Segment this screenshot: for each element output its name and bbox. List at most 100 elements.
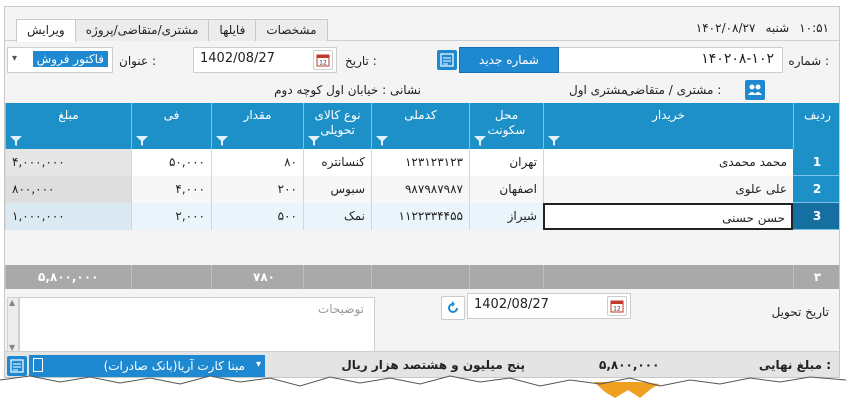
title-select[interactable]: فاکتور فروش ▾ — [7, 47, 113, 73]
column-goods-type[interactable]: نوع کالای تحویلی — [303, 103, 371, 149]
tab-customer-project[interactable]: مشتری/متقاضی/پروژه — [74, 19, 210, 41]
cell-national-id[interactable]: ۹۸۷۹۸۷۹۸۷ — [371, 176, 469, 203]
number-label: شماره : — [788, 54, 829, 68]
users-icon[interactable] — [745, 80, 765, 100]
column-unit-price[interactable]: فی — [131, 103, 211, 149]
clock-time: ۱۰:۵۱ — [799, 21, 829, 35]
cell-quantity[interactable]: ۸۰ — [211, 149, 303, 176]
table-row[interactable]: حسن حسنی شیراز ۱۱۲۲۳۳۴۴۵۵ نمک ۵۰۰ ۲,۰۰۰ … — [5, 203, 839, 230]
grid-footer: ۳ ۷۸۰ ۵,۸۰۰,۰۰۰ — [5, 265, 839, 289]
table-row[interactable]: علی علوی اصفهان ۹۸۷۹۸۷۹۸۷ سبوس ۲۰۰ ۴,۰۰۰… — [5, 176, 839, 203]
date-value: 1402/08/27 — [200, 51, 275, 66]
filter-icon[interactable] — [136, 136, 148, 146]
cell-unit-price[interactable]: ۵۰,۰۰۰ — [131, 149, 211, 176]
new-number-button[interactable]: شماره جدید — [459, 47, 559, 73]
footer-amount-total: ۵,۸۰۰,۰۰۰ — [5, 265, 131, 289]
delivery-date-value: 1402/08/27 — [474, 297, 549, 312]
footer-cell — [303, 265, 371, 289]
column-label: فی — [163, 108, 180, 122]
delivery-date-label: تاریخ تحویل — [771, 305, 829, 319]
svg-text:12: 12 — [319, 60, 327, 67]
column-national-id[interactable]: کدملی — [371, 103, 469, 149]
cell-unit-price[interactable]: ۴,۰۰۰ — [131, 176, 211, 203]
calendar-icon[interactable]: 12 — [313, 50, 333, 70]
column-amount[interactable]: مبلغ — [5, 103, 131, 149]
column-buyer[interactable]: خریدار — [543, 103, 793, 149]
clock: ۱۰:۵۱ شنبه ۱۴۰۲/۰۸/۲۷ — [696, 21, 829, 35]
column-label: مبلغ — [58, 108, 79, 122]
cell-unit-price[interactable]: ۲,۰۰۰ — [131, 203, 211, 230]
title-label: عنوان : — [119, 54, 156, 68]
cell-amount: ۴,۰۰۰,۰۰۰ — [5, 149, 131, 176]
tab-strip: ویرایش مشتری/متقاضی/پروژه فایلها مشخصات — [16, 19, 328, 42]
calendar-icon[interactable]: 12 — [607, 296, 627, 316]
cell-goods[interactable]: کنسانتره — [303, 149, 371, 176]
customer-value: مشتری اول — [569, 83, 628, 97]
cell-quantity[interactable]: ۵۰۰ — [211, 203, 303, 230]
refresh-icon[interactable] — [441, 296, 465, 320]
footer-row-count: ۳ — [793, 265, 839, 289]
filter-icon[interactable] — [10, 136, 22, 146]
tab-files[interactable]: فایلها — [208, 19, 257, 41]
title-select-value: فاکتور فروش — [32, 51, 108, 67]
address-line: نشانی : خیابان اول کوچه دوم — [211, 83, 421, 97]
notes-scrollbar[interactable]: ▲ ▼ — [7, 297, 19, 353]
row-number[interactable]: 2 — [793, 176, 839, 203]
calculator-icon[interactable] — [437, 50, 457, 70]
cell-city[interactable]: اصفهان — [469, 176, 543, 203]
invoice-number-field[interactable]: ۱۴۰۲۰۸-۱۰۲ — [525, 47, 783, 73]
footer-cell — [371, 265, 469, 289]
row-number[interactable]: 1 — [793, 149, 839, 176]
footer-quantity-total: ۷۸۰ — [211, 265, 303, 289]
filter-icon[interactable] — [548, 136, 560, 146]
address-label: نشانی : — [382, 83, 421, 97]
column-row-number[interactable]: ردیف — [793, 103, 839, 149]
column-label: مقدار — [243, 108, 272, 122]
cell-national-id[interactable]: ۱۱۲۲۳۳۴۴۵۵ — [371, 203, 469, 230]
chevron-down-icon: ▾ — [12, 53, 18, 64]
filter-icon[interactable] — [216, 136, 228, 146]
invoice-window: ویرایش مشتری/متقاضی/پروژه فایلها مشخصات … — [4, 6, 840, 378]
clock-weekday: شنبه — [765, 21, 790, 35]
grid-header: ردیف خریدار محل سکونت کدملی نوع کالای تح… — [5, 103, 839, 149]
row-number[interactable]: 3 — [793, 203, 839, 230]
top-bar: ویرایش مشتری/متقاضی/پروژه فایلها مشخصات … — [5, 15, 839, 42]
cell-buyer-editing[interactable]: حسن حسنی — [543, 203, 793, 230]
cell-buyer[interactable]: محمد محمدی — [543, 149, 793, 176]
column-quantity[interactable]: مقدار — [211, 103, 303, 149]
address-value: خیابان اول کوچه دوم — [274, 83, 379, 97]
column-city[interactable]: محل سکونت — [469, 103, 543, 149]
tab-edit[interactable]: ویرایش — [16, 19, 76, 42]
footer-cell — [543, 265, 793, 289]
notes-textarea[interactable]: توضیحات — [19, 297, 375, 353]
cell-city[interactable]: شیراز — [469, 203, 543, 230]
cell-national-id[interactable]: ۱۲۳۱۲۳۱۲۳ — [371, 149, 469, 176]
column-label: ردیف — [804, 108, 831, 122]
scroll-up-icon[interactable]: ▲ — [9, 298, 15, 307]
clock-date: ۱۴۰۲/۰۸/۲۷ — [695, 21, 756, 35]
cell-quantity[interactable]: ۲۰۰ — [211, 176, 303, 203]
date-label: تاریخ : — [345, 54, 377, 68]
filter-icon[interactable] — [376, 136, 388, 146]
filter-icon[interactable] — [308, 136, 320, 146]
torn-edge-bottom — [0, 375, 846, 404]
cell-buyer[interactable]: علی علوی — [543, 176, 793, 203]
cell-amount: ۱,۰۰۰,۰۰۰ — [5, 203, 131, 230]
cell-amount: ۸۰۰,۰۰۰ — [5, 176, 131, 203]
cell-goods[interactable]: سبوس — [303, 176, 371, 203]
column-label: کدملی — [404, 108, 437, 122]
svg-text:12: 12 — [613, 306, 621, 313]
footer-cell — [131, 265, 211, 289]
table-row[interactable]: محمد محمدی تهران ۱۲۳۱۲۳۱۲۳ کنسانتره ۸۰ ۵… — [5, 149, 839, 176]
filter-icon[interactable] — [474, 136, 486, 146]
column-label: نوع کالای تحویلی — [314, 108, 361, 137]
cell-city[interactable]: تهران — [469, 149, 543, 176]
footer-cell — [469, 265, 543, 289]
items-grid: ردیف خریدار محل سکونت کدملی نوع کالای تح… — [5, 103, 839, 289]
cell-goods[interactable]: نمک — [303, 203, 371, 230]
column-label: خریدار — [652, 108, 685, 122]
tab-specifications[interactable]: مشخصات — [255, 19, 328, 41]
notes-placeholder: توضیحات — [317, 302, 364, 316]
column-label: محل سکونت — [487, 108, 526, 137]
customer-label: مشتری / متقاضی : — [625, 83, 722, 97]
